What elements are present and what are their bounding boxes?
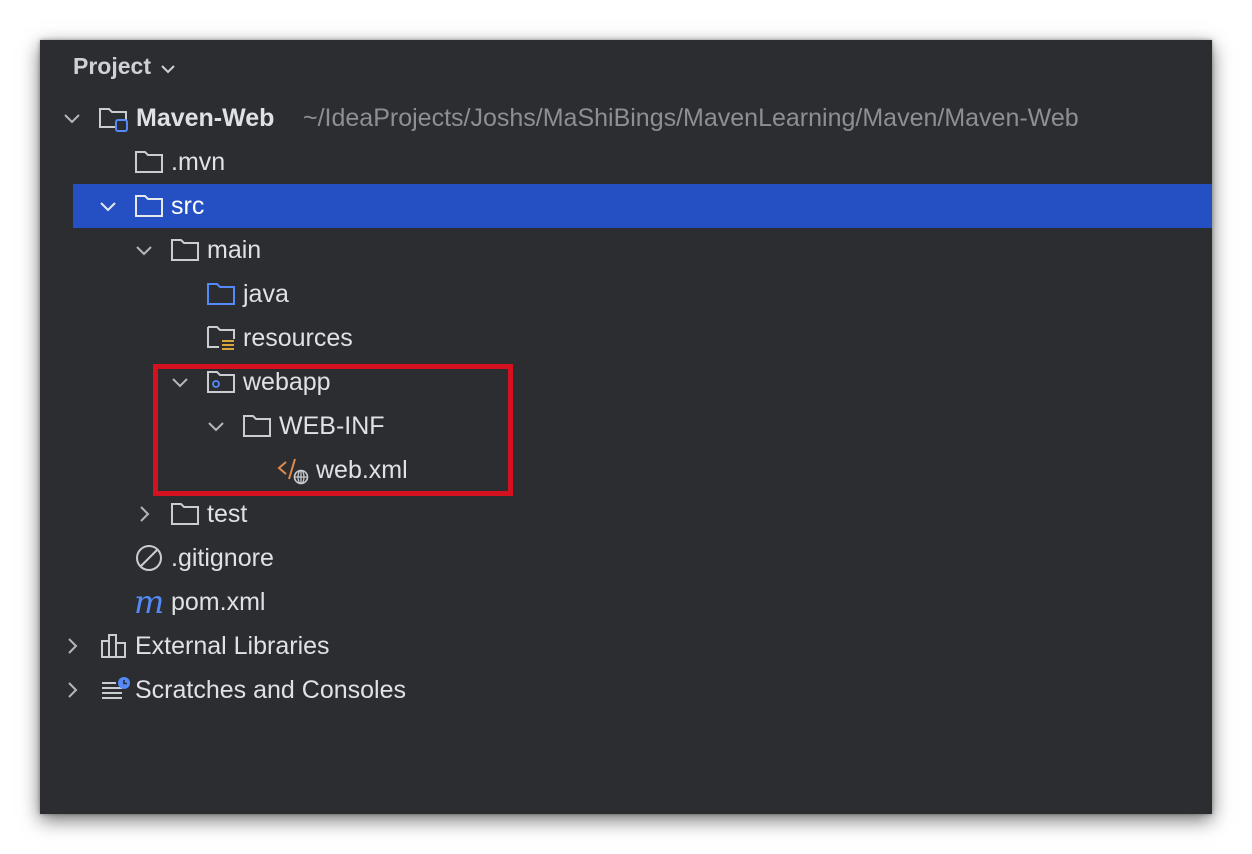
folder-icon: [134, 184, 164, 228]
tree-node-label: WEB-INF: [279, 411, 385, 440]
chevron-down-icon[interactable]: [62, 96, 82, 140]
tree-node-maven-web[interactable]: Maven-Web ~/IdeaProjects/Joshs/MaShiBing…: [40, 96, 1212, 140]
tree-node-label: Scratches and Consoles: [135, 675, 406, 704]
tree-node-label: .mvn: [171, 147, 226, 176]
tree-node-web-xml[interactable]: web.xml: [40, 448, 1212, 492]
module-path: ~/IdeaProjects/Joshs/MaShiBings/MavenLea…: [303, 103, 1079, 132]
gitignore-icon: [134, 536, 164, 580]
tree-node-label: main: [207, 235, 262, 264]
tree-node-label: resources: [243, 323, 353, 352]
tree-node-label: External Libraries: [135, 631, 330, 660]
project-tool-window: Project Maven-Web ~/IdeaProjects/Joshs/M…: [40, 40, 1212, 814]
tree-node-test[interactable]: test: [40, 492, 1212, 536]
chevron-right-icon[interactable]: [62, 668, 82, 712]
tree-node-label: web.xml: [316, 455, 408, 484]
module-folder-icon: [98, 96, 130, 140]
tree-node-gitignore[interactable]: .gitignore: [40, 536, 1212, 580]
tree-node-pom[interactable]: m pom.xml: [40, 580, 1212, 624]
chevron-down-icon[interactable]: [206, 404, 226, 448]
tree-node-external-libraries[interactable]: External Libraries: [40, 624, 1212, 668]
folder-icon: [134, 140, 164, 184]
tree-node-main[interactable]: main: [40, 228, 1212, 272]
maven-pom-icon: m: [134, 583, 165, 621]
chevron-down-icon[interactable]: [134, 228, 154, 272]
chevron-right-icon[interactable]: [134, 492, 154, 536]
folder-icon: [170, 228, 200, 272]
web-xml-icon: [277, 448, 311, 492]
scratches-icon: [100, 668, 132, 712]
tree-node-webapp[interactable]: webapp: [40, 360, 1212, 404]
chevron-down-icon[interactable]: [170, 360, 190, 404]
resources-folder-icon: [206, 316, 238, 360]
tree-node-label: src: [171, 191, 205, 220]
project-tree: Maven-Web ~/IdeaProjects/Joshs/MaShiBing…: [40, 96, 1212, 712]
tree-node-mvn[interactable]: .mvn: [40, 140, 1212, 184]
tree-node-label: .gitignore: [171, 543, 274, 572]
web-folder-icon: [206, 360, 236, 404]
tree-node-label: Maven-Web: [136, 103, 275, 132]
tree-node-label: webapp: [243, 367, 331, 396]
chevron-down-icon: [159, 57, 177, 75]
source-folder-icon: [206, 272, 236, 316]
tree-node-label: test: [207, 499, 248, 528]
tree-node-web-inf[interactable]: WEB-INF: [40, 404, 1212, 448]
tree-node-label: pom.xml: [171, 587, 266, 616]
panel-title: Project: [73, 52, 151, 79]
tree-node-label: java: [243, 279, 289, 308]
tree-node-resources[interactable]: resources: [40, 316, 1212, 360]
tree-node-src[interactable]: src: [73, 184, 1212, 228]
libraries-icon: [100, 624, 130, 668]
project-view-selector[interactable]: Project: [73, 52, 177, 80]
folder-icon: [170, 492, 200, 536]
tree-node-java[interactable]: java: [40, 272, 1212, 316]
folder-icon: [242, 404, 272, 448]
chevron-right-icon[interactable]: [62, 624, 82, 668]
chevron-down-icon[interactable]: [98, 184, 118, 228]
tree-node-scratches[interactable]: Scratches and Consoles: [40, 668, 1212, 712]
